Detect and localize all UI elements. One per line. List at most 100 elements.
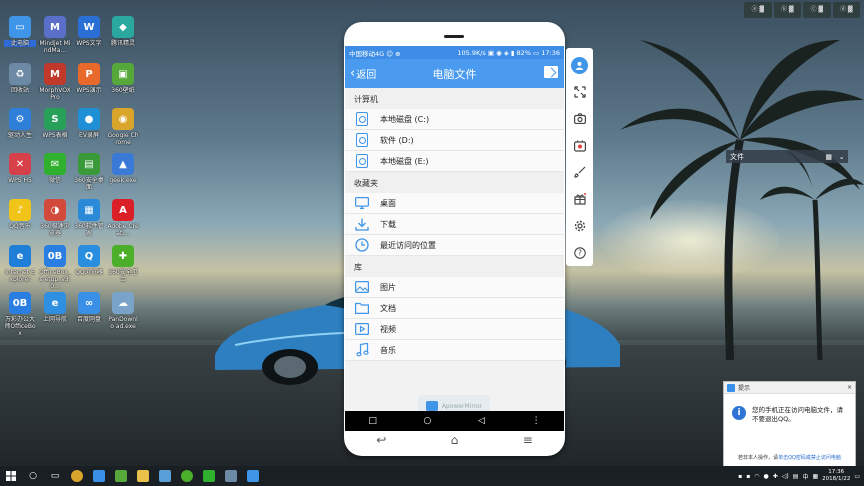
thumb-3[interactable]: ⓒ ▓ [803,2,831,18]
file-list-item[interactable]: 最近访问的位置 [345,235,564,256]
desktop-shortcut[interactable]: A Adobe Creati... [107,199,139,237]
taskbar-360[interactable] [176,466,198,486]
folder-download-icon[interactable] [544,66,558,78]
back-nav-button[interactable]: ◁ [478,416,485,426]
taskbar-wechat[interactable] [198,466,220,486]
taskbar-apowermirror[interactable] [242,466,264,486]
desktop-shortcut[interactable]: ▤ 360安全桌面 [73,153,105,191]
back-button[interactable]: ‹ 返回 [345,66,376,81]
tray-app-icon[interactable]: ▪ [738,473,742,480]
explorer-search-strip[interactable]: 文件 ▦ ⌄ [726,150,848,163]
taskbar-chrome[interactable] [66,466,88,486]
hw-back-key[interactable]: ↩ [376,433,386,447]
volume-icon[interactable]: ◁) [782,473,789,480]
ime-icon[interactable]: 中 [802,472,808,481]
desktop-shortcut[interactable]: ▦ 360软件管家 [73,199,105,237]
shortcut-icon: 0B [44,245,66,267]
desktop-shortcut[interactable]: ▣ 360壁纸 [107,63,139,94]
wechat-tray-icon[interactable]: ● [764,473,769,480]
desktop-shortcut[interactable]: e 上网导航 [39,292,71,323]
desktop-shortcut[interactable]: e Internet Explorer [4,245,36,283]
start-button[interactable] [0,466,22,486]
desktop-shortcut[interactable]: ⚙ 驱动人生 [4,108,36,139]
recent-apps-button[interactable]: □ [368,416,377,426]
taskbar-app-2[interactable] [88,466,110,486]
keyboard-icon[interactable]: ▦ [812,473,818,480]
desktop-shortcut[interactable]: M Mindjet MindMa... [39,16,71,54]
desktop-shortcut[interactable]: ◉ Google Chrome [107,108,139,146]
taskbar-app-5[interactable] [154,466,176,486]
windows-taskbar: ○ ▭ ▪ ▪ ◠ ● ✚ ◁) ▤ 中 ▦ 17:36 2018/1/22 ▭ [0,466,864,486]
gift-button[interactable] [566,186,593,213]
file-list-item[interactable]: 图片 [345,277,564,298]
desktop-shortcut[interactable]: W WPS文字 [73,16,105,47]
desktop-shortcut[interactable]: ● EV录屏 [73,108,105,139]
shortcut-icon: ● [78,108,100,130]
screenshot-button[interactable] [566,106,593,133]
desktop-shortcut[interactable]: M MorphVOX Pro [39,63,71,101]
desktop-shortcut[interactable]: ▲ geek.exe [107,153,139,184]
desktop-shortcut[interactable]: 0B 万彩办公大师OfficeBox [4,292,36,337]
shortcut-label: Internet Explorer [5,269,35,283]
taskbar-app-3[interactable] [110,466,132,486]
file-list-item[interactable]: 下载 [345,214,564,235]
shortcut-label: EV录屏 [79,132,99,139]
desktop-shortcut[interactable]: Q QQ浏览器 [73,245,105,276]
file-list-item[interactable]: 本地磁盘 (C:) [345,109,564,130]
chevron-down-icon[interactable]: ⌄ [839,153,845,161]
desktop-shortcut[interactable]: ✕ WPS H5 [4,153,36,184]
whiteboard-button[interactable] [566,159,593,186]
home-button[interactable]: ○ [424,416,432,426]
desktop-shortcut[interactable]: S WPS表格 [39,108,71,139]
desktop-shortcut[interactable]: ∞ 百度网盘 [73,292,105,323]
desktop-shortcut[interactable]: ✉ 微信 [39,153,71,184]
desktop-shortcut[interactable]: P WPS演示 [73,63,105,94]
desktop-shortcut[interactable]: ◑ 360极速浏览器 [39,199,71,237]
desktop-shortcut[interactable]: ✚ 360安全卫士 [107,245,139,283]
account-button[interactable] [566,52,593,79]
hw-home-key[interactable]: ⌂ [451,433,459,447]
network-icon[interactable]: ▤ [793,473,799,480]
footer-link[interactable]: 单击QQ密码或禁止访问电脑 [778,455,841,461]
desktop-shortcut[interactable]: 0B OfficeBox_s etup_v3.0... [39,245,71,290]
file-list-item[interactable]: 视频 [345,319,564,340]
file-list-item[interactable]: 软件 (D:) [345,130,564,151]
desktop-shortcut[interactable]: ◆ 腾讯精灵 [107,16,139,47]
settings-button[interactable] [566,213,593,240]
record-button[interactable] [566,132,593,159]
shortcut-icon: ◉ [112,108,134,130]
grid-view-icon[interactable]: ▦ [825,153,832,161]
desktop-shortcut[interactable]: ▭ 此电脑 [4,16,36,47]
taskbar-clock[interactable]: 17:36 2018/1/22 [822,469,850,483]
shortcut-label: 回收站 [10,87,29,94]
tray-app-icon[interactable]: ▪ [746,473,750,480]
file-list-item[interactable]: 桌面 [345,193,564,214]
file-list-item[interactable]: 本地磁盘 (E:) [345,151,564,172]
desktop-shortcut[interactable]: ☁ PanDownlo ad.exe [107,292,139,330]
taskbar-explorer[interactable] [132,466,154,486]
shortcut-icon: Q [78,245,100,267]
security-tray-icon[interactable]: ✚ [773,473,778,480]
file-list-item[interactable]: 文档 [345,298,564,319]
desktop-shortcut[interactable]: ♪ QQ音乐 [4,199,36,230]
hw-menu-key[interactable]: ≡ [523,433,533,447]
desktop-shortcut[interactable]: ♻ 回收站 [4,63,36,94]
chevron-left-icon: ‹ [350,66,356,81]
more-button[interactable]: ⋮ [532,416,541,426]
thumb-4[interactable]: ⓓ ▓ [832,2,860,18]
notification-center-icon[interactable]: ▭ [854,473,860,480]
fullscreen-button[interactable] [566,79,593,106]
thumb-2[interactable]: ⓑ ▓ [773,2,801,18]
thumb-1[interactable]: ⓐ ▓ [744,2,772,18]
wifi-icon[interactable]: ◠ [754,473,759,480]
view-options[interactable]: ▦ ⌄ [822,153,848,161]
shortcut-label: Adobe Creati... [107,223,139,237]
file-list-item[interactable]: 音乐 [345,340,564,361]
taskbar-app-8[interactable] [220,466,242,486]
help-button[interactable]: ? [566,239,593,266]
task-view-button[interactable]: ▭ [44,466,66,486]
shortcut-icon: e [44,292,66,314]
close-icon[interactable]: × [847,384,852,391]
file-sections: 计算机 本地磁盘 (C:) 软件 (D:) 本地磁盘 (E:) 收藏夹 桌面 下载 最近访问的… [345,88,564,361]
cortana-button[interactable]: ○ [22,466,44,486]
